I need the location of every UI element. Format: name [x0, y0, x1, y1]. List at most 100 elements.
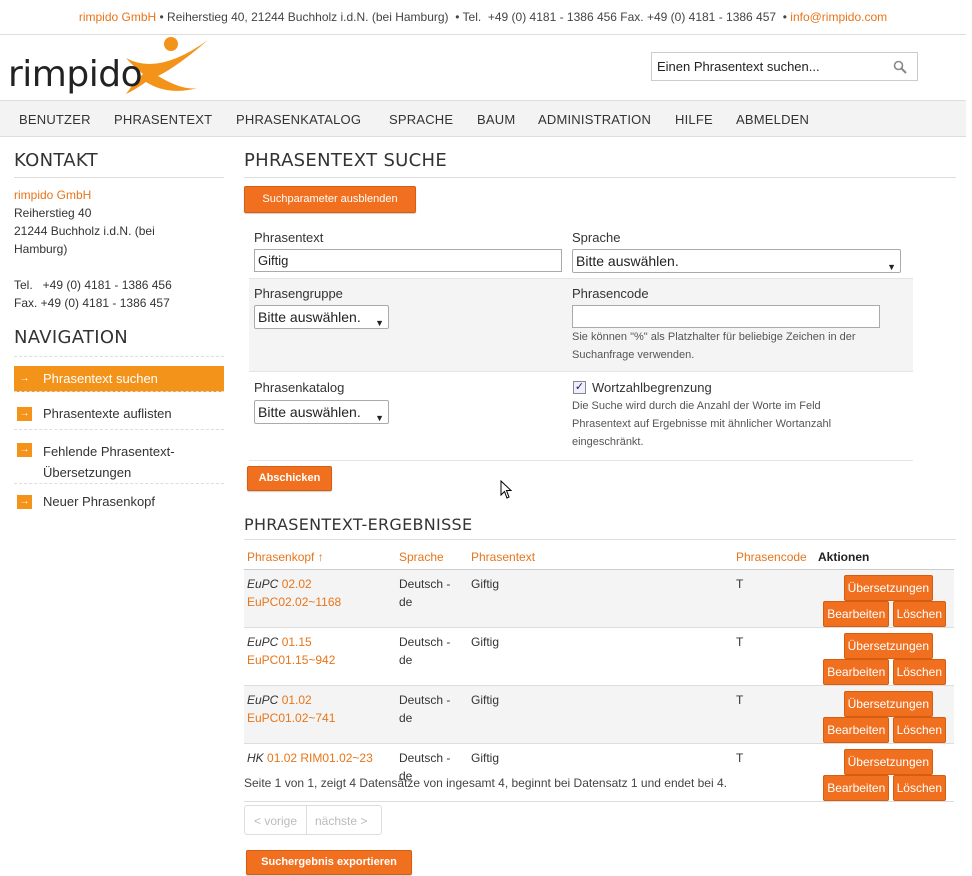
- translations-button[interactable]: Übersetzungen: [843, 690, 933, 717]
- main-menu: BENUTZER PHRASENTEXT PHRASENKATALOG SPRA…: [0, 100, 966, 137]
- edit-button[interactable]: Bearbeiten: [823, 774, 890, 801]
- row-lang-code: de: [399, 710, 413, 725]
- cell-phrasenkopf: HK 01.02 RIM01.02~23: [244, 743, 396, 802]
- row-code-link[interactable]: 01.02: [282, 693, 312, 707]
- sprache-select[interactable]: Bitte auswählen. ▼: [572, 249, 901, 273]
- row-lang: Deutsch -: [399, 750, 451, 765]
- menu-abmelden[interactable]: ABMELDEN: [736, 112, 809, 127]
- cell-phrasentext: Giftig: [468, 685, 733, 744]
- col-phrasencode[interactable]: Phrasencode: [733, 545, 815, 570]
- submit-button[interactable]: Abschicken: [247, 466, 332, 491]
- arrow-right-icon: →: [17, 495, 32, 509]
- row-lang: Deutsch -: [399, 634, 451, 649]
- nav-phrasentexte-auflisten[interactable]: → Phrasentexte auflisten: [14, 400, 224, 430]
- phrasengruppe-select-value: Bitte auswählen.: [258, 309, 361, 325]
- menu-sprache[interactable]: SPRACHE: [389, 112, 453, 127]
- cell-phrasentext: Giftig: [468, 743, 733, 802]
- cell-phrasenkopf: EuPC 01.15 EuPC01.15~942: [244, 627, 396, 686]
- row-lang-code: de: [399, 594, 413, 609]
- results-heading: PHRASENTEXT-ERGEBNISSE: [244, 515, 473, 534]
- row-code-link[interactable]: 02.02: [282, 577, 312, 591]
- menu-phrasentext[interactable]: PHRASENTEXT: [114, 112, 212, 127]
- row-key-link[interactable]: EuPC02.02~1168: [247, 595, 341, 609]
- table-row: HK 01.02 RIM01.02~23 Deutsch - de Giftig …: [244, 743, 954, 802]
- row-code-link[interactable]: 01.02: [267, 751, 297, 765]
- row-prefix: EuPC: [247, 692, 279, 707]
- translations-button[interactable]: Übersetzungen: [843, 574, 933, 601]
- row-prefix: EuPC: [247, 576, 279, 591]
- cell-aktionen: Übersetzungen Bearbeiten Löschen: [815, 743, 954, 802]
- phrasentext-input[interactable]: Giftig: [254, 249, 562, 272]
- wortzahl-hint-line2: Phrasentext auf Ergebnisse mit ähnlicher…: [572, 418, 832, 430]
- phrasenkatalog-select[interactable]: Bitte auswählen. ▼: [254, 400, 389, 424]
- phrasencode-input[interactable]: [572, 305, 880, 328]
- chevron-down-icon: ▼: [887, 262, 896, 272]
- contact-heading: KONTAKT: [14, 150, 98, 171]
- table-row: EuPC 01.15 EuPC01.15~942 Deutsch - de Gift…: [244, 627, 954, 686]
- topbar-company: rimpido GmbH: [78, 10, 157, 24]
- sprache-label: Sprache: [572, 230, 621, 245]
- phrase-search-input[interactable]: Einen Phrasentext suchen...: [651, 52, 918, 81]
- delete-button[interactable]: Löschen: [892, 600, 946, 627]
- phrasengruppe-select[interactable]: Bitte auswählen. ▼: [254, 305, 389, 329]
- nav-neuer-phrasenkopf[interactable]: → Neuer Phrasenkopf: [14, 490, 224, 516]
- export-results-button[interactable]: Suchergebnis exportieren: [246, 850, 412, 875]
- cell-phrasencode: T: [733, 685, 815, 744]
- menu-administration[interactable]: ADMINISTRATION: [538, 112, 651, 127]
- row-key-link[interactable]: EuPC01.15~942: [247, 653, 335, 667]
- nav-label: Fehlende Phrasentext- Übersetzungen: [43, 441, 175, 483]
- edit-button[interactable]: Bearbeiten: [823, 600, 890, 627]
- cell-phrasencode: T: [733, 743, 815, 802]
- translations-button[interactable]: Übersetzungen: [843, 632, 933, 659]
- translations-button[interactable]: Übersetzungen: [843, 748, 933, 775]
- menu-benutzer[interactable]: BENUTZER: [19, 112, 91, 127]
- row-key-link[interactable]: RIM01.02~23: [300, 751, 372, 765]
- pagination: < vorige nächste >: [244, 805, 382, 835]
- row-prefix: HK: [247, 750, 264, 765]
- menu-hilfe[interactable]: HILFE: [675, 112, 713, 127]
- topbar-email-link[interactable]: info@rimpido.com: [790, 10, 887, 24]
- cell-sprache: Deutsch - de: [396, 569, 468, 628]
- sprache-select-value: Bitte auswählen.: [576, 253, 679, 269]
- prev-page-button[interactable]: < vorige: [254, 814, 297, 828]
- cell-phrasenkopf: EuPC 02.02 EuPC02.02~1168: [244, 569, 396, 628]
- wortzahl-hint-line3: eingeschränkt.: [572, 436, 644, 448]
- nav-fehlende-uebersetzungen[interactable]: → Fehlende Phrasentext- Übersetzungen: [14, 436, 224, 484]
- delete-button[interactable]: Löschen: [892, 716, 946, 743]
- toggle-search-params-button[interactable]: Suchparameter ausblenden: [244, 186, 416, 213]
- col-sprache[interactable]: Sprache: [396, 545, 468, 570]
- wortzahl-hint-line1: Die Suche wird durch die Anzahl der Wort…: [572, 400, 821, 412]
- navigation-heading: NAVIGATION: [14, 327, 129, 348]
- search-heading: PHRASENTEXT SUCHE: [244, 150, 448, 171]
- phrasencode-label: Phrasencode: [572, 286, 649, 301]
- col-phrasenkopf[interactable]: Phrasenkopf ↑: [244, 545, 396, 570]
- delete-button[interactable]: Löschen: [892, 658, 946, 685]
- wortzahl-checkbox[interactable]: ✓: [573, 381, 586, 394]
- edit-button[interactable]: Bearbeiten: [823, 716, 890, 743]
- menu-phrasenkatalog[interactable]: PHRASENKATALOG: [236, 112, 361, 127]
- row-lang: Deutsch -: [399, 576, 451, 591]
- menu-baum[interactable]: BAUM: [477, 112, 515, 127]
- phrasenkatalog-label: Phrasenkatalog: [254, 380, 345, 395]
- next-page-button[interactable]: nächste >: [315, 814, 367, 828]
- col-aktionen: Aktionen: [815, 545, 954, 570]
- search-icon[interactable]: [893, 60, 907, 74]
- delete-button[interactable]: Löschen: [892, 774, 946, 801]
- col-phrasentext[interactable]: Phrasentext: [468, 545, 733, 570]
- contact-company: rimpido GmbH: [14, 188, 92, 202]
- table-row: EuPC 01.02 EuPC01.02~741 Deutsch - de Gift…: [244, 685, 954, 744]
- sidebar: KONTAKT rimpido GmbH Reiherstieg 40 2124…: [14, 150, 224, 509]
- cell-phrasencode: T: [733, 569, 815, 628]
- edit-button[interactable]: Bearbeiten: [823, 658, 890, 685]
- wortzahl-label: Wortzahlbegrenzung: [592, 380, 712, 395]
- row-code-link[interactable]: 01.15: [282, 635, 312, 649]
- row-key-link[interactable]: EuPC01.02~741: [247, 711, 335, 725]
- contact-street: Reiherstieg 40: [14, 206, 92, 220]
- logo[interactable]: rimpido: [8, 36, 218, 96]
- contact-tel: Tel. +49 (0) 4181 - 1386 456: [14, 278, 172, 292]
- nav-phrasentext-suchen[interactable]: → Phrasentext suchen: [14, 366, 224, 392]
- contact-fax: Fax. +49 (0) 4181 - 1386 457: [14, 296, 170, 310]
- phrasencode-hint-line1: Sie können "%" als Platzhalter für belie…: [572, 331, 856, 343]
- results-header-row: Phrasenkopf ↑ Sprache Phrasentext Phrase…: [244, 545, 954, 570]
- nav-label-line1: Fehlende Phrasentext-: [43, 444, 175, 459]
